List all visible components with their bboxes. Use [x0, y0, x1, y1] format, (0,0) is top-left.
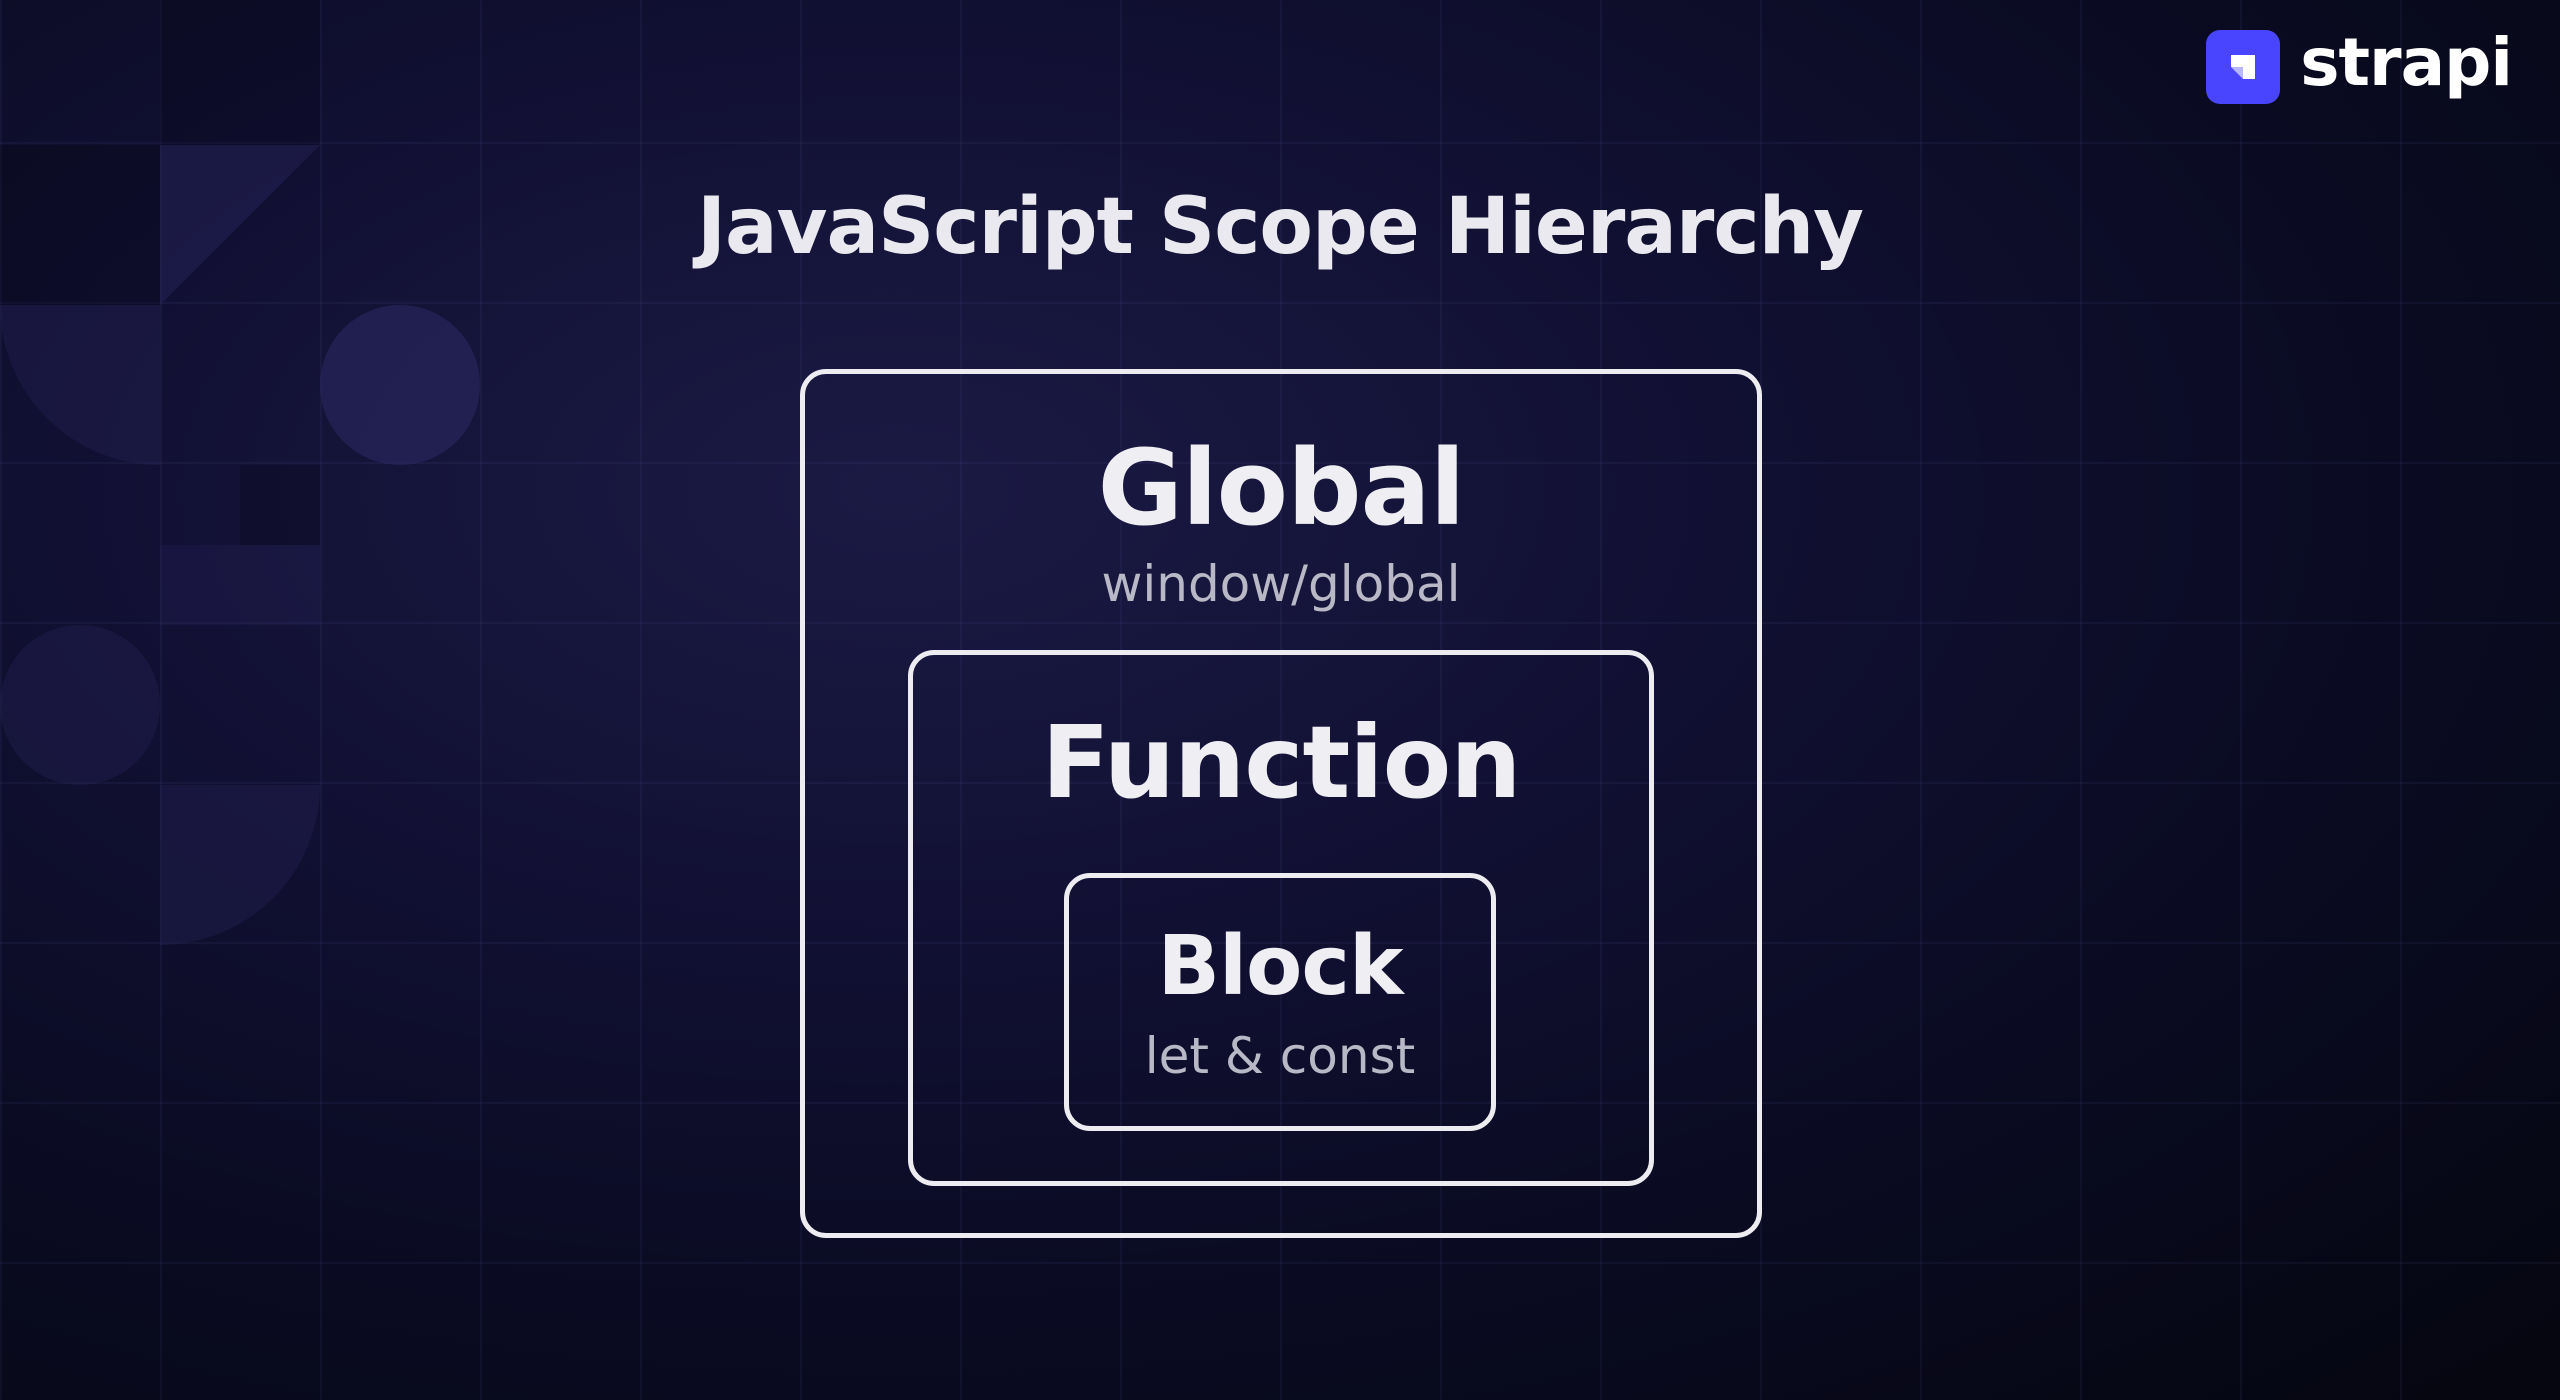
block-scope-label: Block — [1157, 919, 1403, 1014]
decorative-shapes — [0, 0, 480, 945]
diagram-title: JavaScript Scope Hierarchy — [696, 182, 1864, 272]
block-scope-box: Block let & const — [1064, 873, 1496, 1131]
block-scope-subtitle: let & const — [1144, 1027, 1416, 1085]
global-scope-subtitle: window/global — [1101, 555, 1461, 613]
strapi-logo-icon — [2206, 30, 2281, 104]
function-scope-label: Function — [1041, 704, 1522, 821]
global-scope-label: Global — [1097, 427, 1466, 549]
strapi-logo: strapi — [2206, 24, 2513, 104]
strapi-logo-text: strapi — [2300, 24, 2513, 101]
